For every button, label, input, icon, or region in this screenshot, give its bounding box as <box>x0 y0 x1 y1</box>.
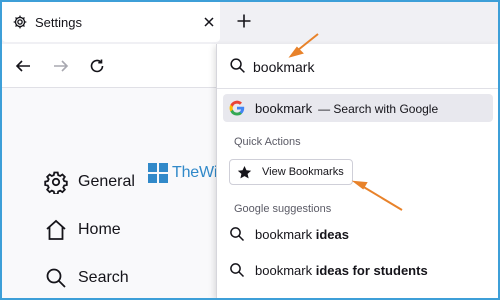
view-bookmarks-button[interactable]: View Bookmarks <box>229 159 353 185</box>
urlbar-dropdown: bookmark — Search with Google Quick Actio… <box>216 44 499 298</box>
google-search-suggestion[interactable]: bookmark — Search with Google <box>223 94 493 122</box>
suggestion-prefix: bookmark <box>255 227 313 242</box>
home-icon <box>46 219 66 240</box>
plus-icon[interactable] <box>236 13 252 29</box>
tab-title: Settings <box>35 15 82 30</box>
suggestion-text: bookmark ideas for students <box>255 263 428 278</box>
search-icon <box>230 263 245 278</box>
search-suggestion-row[interactable]: bookmark ideas for students <box>223 256 493 284</box>
suggestion-bold: ideas for students <box>315 263 428 278</box>
sidebar-item-home[interactable]: Home <box>44 217 121 243</box>
quick-actions-heading: Quick Actions <box>234 136 301 148</box>
url-input[interactable] <box>253 55 483 79</box>
gear-icon <box>44 171 68 194</box>
suggestion-text: bookmark ideas <box>255 227 349 242</box>
back-arrow-icon[interactable] <box>14 57 32 75</box>
search-icon <box>230 58 245 73</box>
google-suggestions-heading: Google suggestions <box>234 203 332 215</box>
sidebar-item-general[interactable]: General <box>44 169 135 195</box>
sidebar-item-label: Home <box>78 221 121 238</box>
tab-settings[interactable]: Settings <box>2 2 220 42</box>
search-icon <box>230 227 245 242</box>
view-bookmarks-label: View Bookmarks <box>262 166 344 178</box>
gear-icon <box>13 15 27 29</box>
google-icon <box>229 100 245 116</box>
windows-logo-icon <box>148 163 168 183</box>
sidebar-item-label: Search <box>78 269 129 286</box>
reload-icon[interactable] <box>88 57 106 75</box>
close-icon[interactable] <box>202 15 216 29</box>
sidebar-item-label: General <box>78 173 135 190</box>
suggestion-prefix: bookmark <box>255 263 313 278</box>
urlbar <box>217 44 499 88</box>
suggestion-query: bookmark <box>255 101 313 116</box>
suggestion-engine: — Search with Google <box>318 102 439 116</box>
forward-arrow-icon[interactable] <box>52 57 70 75</box>
search-icon <box>46 268 66 288</box>
suggestion-bold: ideas <box>315 227 349 242</box>
sidebar-item-search[interactable]: Search <box>44 265 129 291</box>
search-suggestion-row[interactable]: bookmark ideas <box>223 220 493 248</box>
suggestion-text: bookmark — Search with Google <box>255 101 438 116</box>
divider <box>217 88 499 89</box>
star-icon <box>237 165 252 179</box>
tab-strip: Settings <box>0 0 500 44</box>
